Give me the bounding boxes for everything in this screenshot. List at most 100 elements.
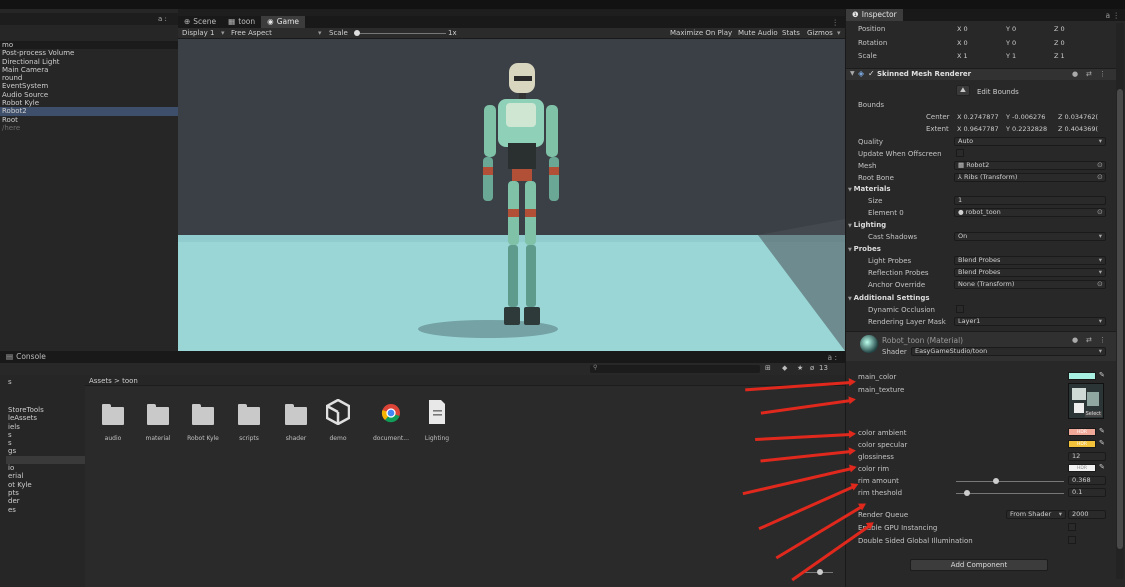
gizmos-dropdown[interactable]: Gizmos [807, 29, 833, 37]
materials-size-field[interactable]: 1 [954, 196, 1106, 205]
extent-x[interactable]: X 0.9647787 [957, 125, 999, 133]
texture-select-button[interactable]: Select [1084, 411, 1102, 417]
hierarchy-item[interactable]: Post-process Volume [0, 49, 178, 57]
rim-threshold-slider[interactable] [956, 493, 1064, 494]
tree-item-selected[interactable] [6, 455, 85, 465]
object-picker-icon[interactable]: ⊙ [1097, 161, 1103, 169]
object-picker-icon[interactable]: ⊙ [1097, 280, 1103, 288]
rim-threshold-slider-handle[interactable] [963, 490, 970, 496]
rotation-z[interactable]: Z 0 [1054, 39, 1065, 47]
component-menu-icon[interactable]: ⋮ [1099, 336, 1106, 344]
folder-icon[interactable] [102, 404, 124, 425]
hierarchy-item[interactable]: Directional Light [0, 58, 178, 66]
hierarchy-item[interactable]: Main Camera [0, 66, 178, 74]
tree-item[interactable]: der [6, 497, 85, 505]
object-picker-icon[interactable]: ⊙ [1097, 208, 1103, 216]
tree-item[interactable]: iels [6, 423, 85, 431]
tree-item[interactable]: io [6, 464, 85, 472]
inspector-lock-icon[interactable]: a ⋮ [1106, 11, 1120, 20]
inspector-scrollbar-thumb[interactable] [1117, 89, 1123, 549]
aspect-dropdown[interactable]: Free Aspect [231, 29, 272, 37]
render-queue-field[interactable]: 2000 [1068, 510, 1106, 519]
filter-label-icon[interactable]: ◆ [782, 364, 787, 372]
additional-settings-section[interactable]: Additional Settings [848, 294, 930, 302]
eyedropper-icon[interactable]: ✎ [1099, 427, 1105, 435]
object-picker-icon[interactable]: ⊙ [1097, 173, 1103, 181]
tab-console[interactable]: ▤ Console [0, 351, 52, 363]
center-y[interactable]: Y -0.006276 [1006, 113, 1045, 121]
render-queue-mode-dropdown[interactable]: From Shader [1006, 510, 1066, 519]
dynamic-occlusion-checkbox[interactable] [956, 305, 964, 313]
scale-slider-handle[interactable] [354, 30, 360, 36]
rim-amount-slider[interactable] [956, 481, 1064, 482]
tree-item[interactable]: s [6, 439, 85, 447]
presets-icon[interactable]: ⇄ [1086, 70, 1092, 78]
update-offscreen-checkbox[interactable] [956, 149, 964, 157]
tab-game[interactable]: ◉ Game [261, 16, 306, 28]
glossiness-field[interactable]: 12 [1068, 452, 1106, 461]
presets-icon[interactable]: ⇄ [1086, 336, 1092, 344]
main-texture-slot[interactable]: Select [1068, 383, 1104, 419]
root-bone-field[interactable]: ⅄ Ribs (Transform) [954, 173, 1106, 182]
add-component-button[interactable]: Add Component [910, 559, 1048, 571]
gpu-instancing-checkbox[interactable] [1068, 523, 1076, 531]
component-enabled-checkbox[interactable]: ✓ [868, 69, 875, 78]
rendering-layer-dropdown[interactable]: Layer1 [954, 317, 1106, 326]
folder-icon[interactable] [147, 404, 169, 425]
hierarchy-item-scene[interactable]: mo [0, 41, 178, 50]
breadcrumb[interactable]: Assets > toon [89, 377, 138, 385]
console-lock-icon[interactable]: a : [827, 353, 837, 362]
shader-dropdown[interactable]: EasyGameStudio/toon [911, 347, 1106, 356]
eyedropper-icon[interactable]: ✎ [1099, 463, 1105, 471]
rim-threshold-field[interactable]: 0.1 [1068, 488, 1106, 497]
hidden-count-icon[interactable]: ø [810, 364, 814, 372]
light-probes-dropdown[interactable]: Blend Probes [954, 256, 1106, 265]
folder-icon[interactable] [192, 404, 214, 425]
lighting-section[interactable]: Lighting [848, 221, 887, 229]
color-specular-swatch[interactable]: HDR [1068, 440, 1096, 448]
scale-y[interactable]: Y 1 [1006, 52, 1016, 60]
unity-scene-icon[interactable] [326, 399, 350, 425]
quality-dropdown[interactable]: Auto [954, 137, 1106, 146]
display-dropdown[interactable]: Display 1 [182, 29, 214, 37]
tree-item[interactable]: es [6, 506, 85, 514]
color-rim-swatch[interactable]: HDR [1068, 464, 1096, 472]
rotation-x[interactable]: X 0 [957, 39, 968, 47]
tree-item[interactable]: ot Kyle [6, 481, 85, 489]
folder-icon[interactable] [285, 404, 307, 425]
chrome-document-icon[interactable] [381, 403, 401, 423]
tree-item[interactable]: gs [6, 447, 85, 455]
hierarchy-item[interactable]: EventSystem [0, 82, 178, 90]
folder-icon[interactable] [238, 404, 260, 425]
tree-item[interactable]: leAssets [6, 414, 85, 422]
cast-shadows-dropdown[interactable]: On [954, 232, 1106, 241]
hierarchy-item[interactable]: Robot Kyle [0, 99, 178, 107]
component-menu-icon[interactable]: ⋮ [1099, 70, 1106, 78]
project-search-input[interactable] [590, 365, 760, 373]
zoom-slider-handle[interactable] [817, 569, 823, 575]
view-menu-icon[interactable]: ⋮ [832, 18, 840, 27]
center-x[interactable]: X 0.2747877 [957, 113, 999, 121]
tab-scene[interactable]: ⊕ Scene [178, 16, 222, 28]
tree-item[interactable]: erial [6, 472, 85, 480]
stats-toggle[interactable]: Stats [782, 29, 800, 37]
help-icon[interactable]: ● [1072, 336, 1078, 344]
foldout-arrow-icon[interactable]: ▼ [850, 70, 855, 77]
tree-item[interactable]: StoreTools [6, 406, 85, 414]
materials-section[interactable]: Materials [848, 185, 891, 193]
tree-item[interactable]: s [6, 431, 85, 439]
hierarchy-lock-icon[interactable]: a : [158, 15, 167, 23]
favorite-star-icon[interactable]: ★ [797, 364, 803, 372]
scale-x[interactable]: X 1 [957, 52, 968, 60]
help-icon[interactable]: ● [1072, 70, 1078, 78]
hierarchy-search-bar[interactable] [0, 13, 178, 25]
extent-y[interactable]: Y 0.2232828 [1006, 125, 1047, 133]
filter-type-icon[interactable]: ⊞ [765, 364, 771, 372]
rotation-y[interactable]: Y 0 [1006, 39, 1016, 47]
edit-bounds-button[interactable]: ⛰ [956, 85, 970, 96]
double-sided-gi-checkbox[interactable] [1068, 536, 1076, 544]
lighting-settings-icon[interactable] [427, 398, 447, 426]
hierarchy-item[interactable]: Root [0, 116, 178, 124]
position-y[interactable]: Y 0 [1006, 25, 1016, 33]
main-color-swatch[interactable] [1068, 372, 1096, 380]
